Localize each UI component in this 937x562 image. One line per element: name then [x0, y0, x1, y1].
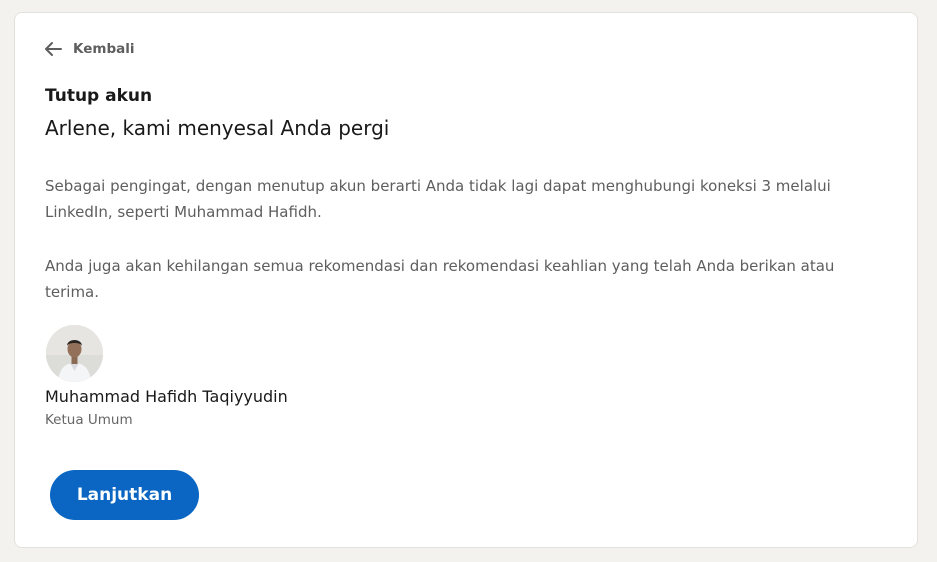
back-link[interactable]: Kembali	[44, 41, 134, 57]
close-account-card: Kembali Tutup akun Arlene, kami menyesal…	[14, 12, 918, 548]
avatar	[46, 325, 103, 382]
back-label: Kembali	[73, 41, 135, 57]
connection-name: Muhammad Hafidh Taqiyyudin	[45, 387, 288, 406]
continue-button[interactable]: Lanjutkan	[50, 470, 199, 520]
arrow-left-icon	[44, 41, 62, 57]
connection-title: Ketua Umum	[45, 412, 133, 428]
recommendations-paragraph: Anda juga akan kehilangan semua rekomend…	[45, 257, 835, 301]
page-headline: Arlene, kami menyesal Anda pergi	[45, 116, 390, 140]
reminder-paragraph: Sebagai pengingat, dengan menutup akun b…	[45, 177, 831, 221]
section-title: Tutup akun	[45, 86, 153, 106]
